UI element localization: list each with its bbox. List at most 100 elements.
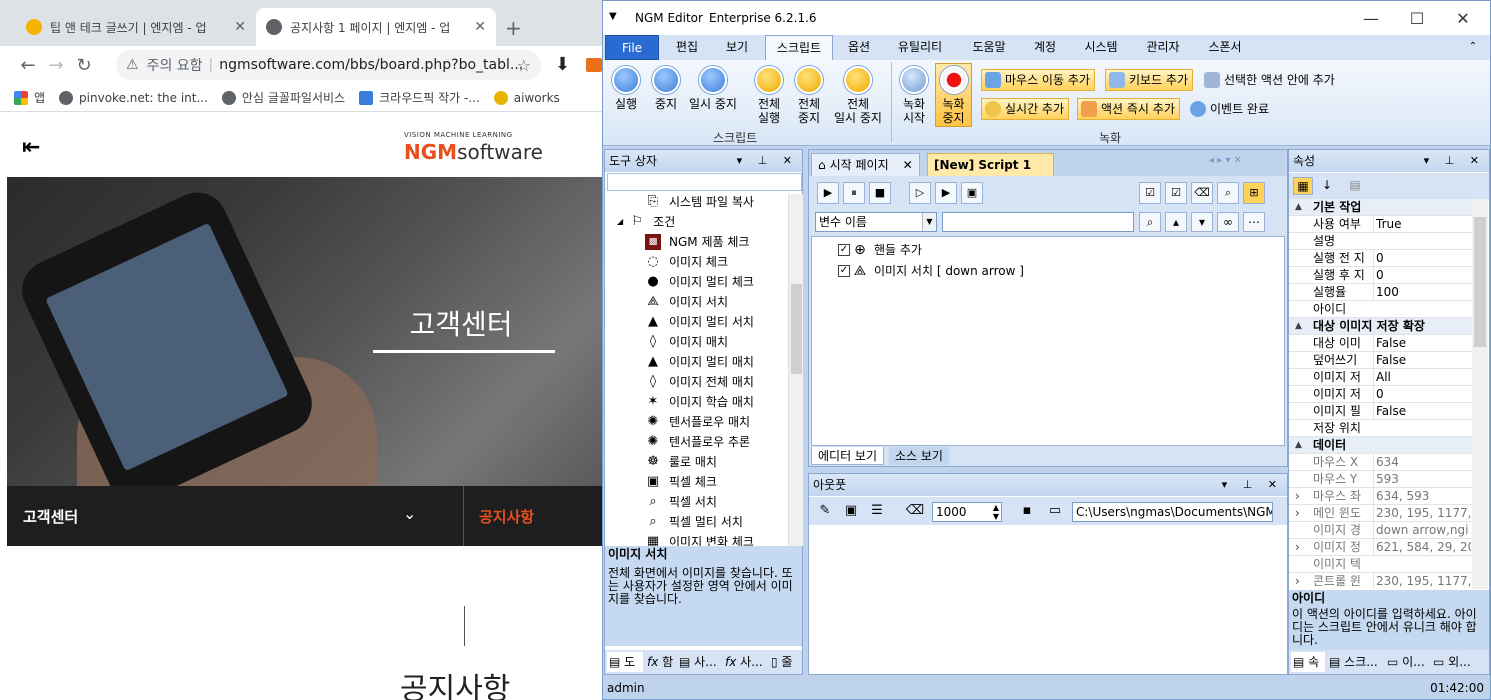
bookmark-item[interactable]: pinvoke.net: the int... bbox=[59, 90, 208, 105]
toolbox-item[interactable]: ⌕ 픽셀 멀티 서치 bbox=[645, 512, 743, 532]
expand-icon[interactable]: › bbox=[1295, 539, 1300, 556]
property-value[interactable]: True bbox=[1373, 216, 1471, 233]
new-tab-button[interactable]: + bbox=[505, 16, 522, 40]
up-icon[interactable]: ▴ bbox=[1165, 212, 1187, 232]
collapse-icon[interactable]: ▲ bbox=[1295, 437, 1302, 454]
toolbox-item[interactable]: ✺ 텐서플로우 매치 bbox=[645, 412, 751, 432]
tab-view[interactable]: 보기 bbox=[717, 35, 757, 60]
output-list-icon[interactable]: ☰ bbox=[867, 501, 887, 521]
menu-toggle-icon[interactable]: ⇤ bbox=[22, 135, 40, 160]
check-icon[interactable]: ☑ bbox=[1165, 182, 1187, 204]
panel-controls[interactable]: ▾ ⊥ ✕ bbox=[1424, 150, 1485, 172]
property-value[interactable]: All bbox=[1373, 369, 1471, 386]
tab-edit[interactable]: 편집 bbox=[667, 35, 707, 60]
expand-icon[interactable]: › bbox=[1295, 505, 1300, 522]
folder-icon[interactable]: ▭ bbox=[1045, 501, 1065, 521]
close-tab-icon[interactable]: ✕ bbox=[234, 19, 246, 35]
back-icon[interactable]: ← bbox=[14, 55, 42, 76]
site-logo[interactable]: NGMsoftware bbox=[404, 140, 543, 164]
tree-view-icon[interactable]: ⊞ bbox=[1243, 182, 1265, 204]
property-row[interactable]: 이미지 필 False bbox=[1289, 403, 1472, 420]
script-line[interactable]: ✓ ⟁ 이미지 서치 [ down arrow ] bbox=[838, 262, 1024, 280]
variable-search-input[interactable] bbox=[942, 212, 1134, 232]
output-filter-icon[interactable]: ✎ bbox=[815, 501, 835, 521]
forward-icon[interactable]: → bbox=[42, 55, 70, 76]
ribbon-collapse-icon[interactable]: ⌃ bbox=[1465, 35, 1481, 60]
record-stop-button[interactable]: 녹화 중지 bbox=[936, 66, 971, 125]
pause-all-button[interactable]: 전체 일시 중지 bbox=[829, 66, 887, 125]
property-row[interactable]: 이미지 텍 bbox=[1289, 556, 1472, 573]
toolbox-item[interactable]: ▲ 이미지 멀티 매치 bbox=[645, 352, 754, 372]
tab-help[interactable]: 도움말 bbox=[965, 35, 1013, 60]
property-value[interactable]: 621, 584, 29, 20 bbox=[1373, 539, 1471, 556]
stop-button[interactable]: 중지 bbox=[649, 66, 683, 111]
toolbox-item[interactable]: ● 이미지 멀티 체크 bbox=[645, 272, 754, 292]
panel-controls[interactable]: ▾ ⊥ ✕ bbox=[737, 150, 798, 172]
collapse-icon[interactable]: ▲ bbox=[1295, 318, 1302, 335]
toolbox-item[interactable]: ⟁ 이미지 서치 bbox=[645, 292, 728, 312]
property-row[interactable]: 이미지 저 All bbox=[1289, 369, 1472, 386]
user-tab[interactable]: ▤ 사... bbox=[677, 652, 721, 672]
property-category[interactable]: ▲ 대상 이미지 저장 확장 bbox=[1289, 318, 1472, 335]
add-mouse-move-button[interactable]: 마우스 이동 추가 bbox=[981, 69, 1095, 91]
property-value[interactable]: 634, 593 bbox=[1373, 488, 1471, 505]
toolbox-scrollbar[interactable] bbox=[788, 194, 803, 546]
property-row[interactable]: 아이디 bbox=[1289, 301, 1472, 318]
record-start-button[interactable]: 녹화 시작 bbox=[897, 66, 931, 125]
toolbox-item[interactable]: ◊ 이미지 매치 bbox=[645, 332, 728, 352]
instant-action-add-button[interactable]: 액션 즉시 추가 bbox=[1077, 98, 1180, 120]
property-row[interactable]: › 콘트롤 윈 230, 195, 1177, 10 bbox=[1289, 573, 1472, 589]
property-value[interactable]: False bbox=[1373, 403, 1471, 420]
panel-controls[interactable]: ▾ ⊥ ✕ bbox=[1222, 474, 1283, 496]
tab-scroll-icons[interactable]: ◂ ▸ ▾ ✕ bbox=[1209, 155, 1242, 166]
download-icon[interactable]: ⬇ bbox=[555, 54, 570, 75]
property-value[interactable]: 230, 195, 1177, 10 bbox=[1373, 573, 1471, 589]
categorized-icon[interactable]: ▦ bbox=[1293, 177, 1313, 195]
property-row[interactable]: 실행 전 지 0 bbox=[1289, 250, 1472, 267]
close-button[interactable]: ✕ bbox=[1443, 9, 1483, 28]
stop-icon[interactable]: ■ bbox=[869, 182, 891, 204]
user-function-tab[interactable]: fx 사... bbox=[723, 652, 767, 672]
property-row[interactable]: 대상 이미 False bbox=[1289, 335, 1472, 352]
tab-system[interactable]: 시스템 bbox=[1077, 35, 1125, 60]
property-row[interactable]: 이미지 경 down arrow,ngi bbox=[1289, 522, 1472, 539]
toolbox-item[interactable]: ◢ ⚐ 조건 bbox=[617, 212, 675, 232]
line-checkbox[interactable]: ✓ bbox=[838, 265, 850, 277]
eraser-icon[interactable]: ⌫ bbox=[905, 501, 925, 521]
tab-file[interactable]: File bbox=[605, 35, 659, 60]
subnav-category[interactable]: 고객센터 bbox=[23, 506, 78, 527]
toolbox-item[interactable]: ▣ 픽셀 체크 bbox=[645, 472, 717, 492]
toolbox-search-input[interactable] bbox=[607, 173, 802, 191]
property-value[interactable]: down arrow,ngi bbox=[1373, 522, 1471, 539]
stop-all-button[interactable]: 전체 중지 bbox=[791, 66, 827, 125]
property-category[interactable]: ▲ 기본 작업 bbox=[1289, 199, 1472, 216]
toolbox-item[interactable]: ⎘ 시스템 파일 복사 bbox=[645, 194, 754, 212]
variable-name-combo[interactable]: 변수 이름 ▼ bbox=[815, 212, 937, 232]
toolbox-item[interactable]: ◌ 이미지 체크 bbox=[645, 252, 728, 272]
bookmark-item[interactable]: 크라우드픽 작가 -... bbox=[359, 89, 480, 106]
browser-tab-1[interactable]: 팁 앤 테크 글쓰기 | 엔지엠 - 업 ✕ bbox=[16, 8, 256, 46]
run-all-button[interactable]: 전체 실행 bbox=[751, 66, 787, 125]
property-row[interactable]: 이미지 저 0 bbox=[1289, 386, 1472, 403]
properties-tab[interactable]: ▤ 속 bbox=[1291, 652, 1325, 672]
bookmark-star-icon[interactable]: ☆ bbox=[517, 56, 531, 75]
script-line[interactable]: ✓ ⊕ 핸들 추가 bbox=[838, 241, 922, 259]
line-tab[interactable]: ▯ 줄 bbox=[769, 652, 801, 672]
play-icon[interactable]: ▶ bbox=[817, 182, 839, 204]
minimize-button[interactable]: — bbox=[1351, 9, 1391, 28]
tab-utility[interactable]: 유틸리티 bbox=[891, 35, 949, 60]
property-category[interactable]: ▲ 데이터 bbox=[1289, 437, 1472, 454]
chevron-down-icon[interactable]: ⌄ bbox=[403, 504, 416, 523]
property-row[interactable]: 설명 bbox=[1289, 233, 1472, 250]
script-tab[interactable]: [New] Script 1 bbox=[927, 153, 1055, 176]
expand-icon[interactable]: › bbox=[1295, 573, 1300, 589]
toolbox-item[interactable]: ✶ 이미지 학습 매치 bbox=[645, 392, 754, 412]
bookmark-item[interactable]: aiworks bbox=[493, 90, 560, 105]
line-checkbox[interactable]: ✓ bbox=[838, 244, 850, 256]
delete-icon[interactable]: ⌫ bbox=[1191, 182, 1213, 204]
output-path-field[interactable]: C:\Users\ngmas\Documents\NGM6\ bbox=[1072, 502, 1273, 522]
toolbox-item[interactable]: ▲ 이미지 멀티 서치 bbox=[645, 312, 754, 332]
sort-az-icon[interactable]: ↓ bbox=[1317, 177, 1337, 195]
run-button[interactable]: 실행 bbox=[609, 66, 643, 111]
event-complete-button[interactable]: 이벤트 완료 bbox=[1187, 98, 1273, 120]
